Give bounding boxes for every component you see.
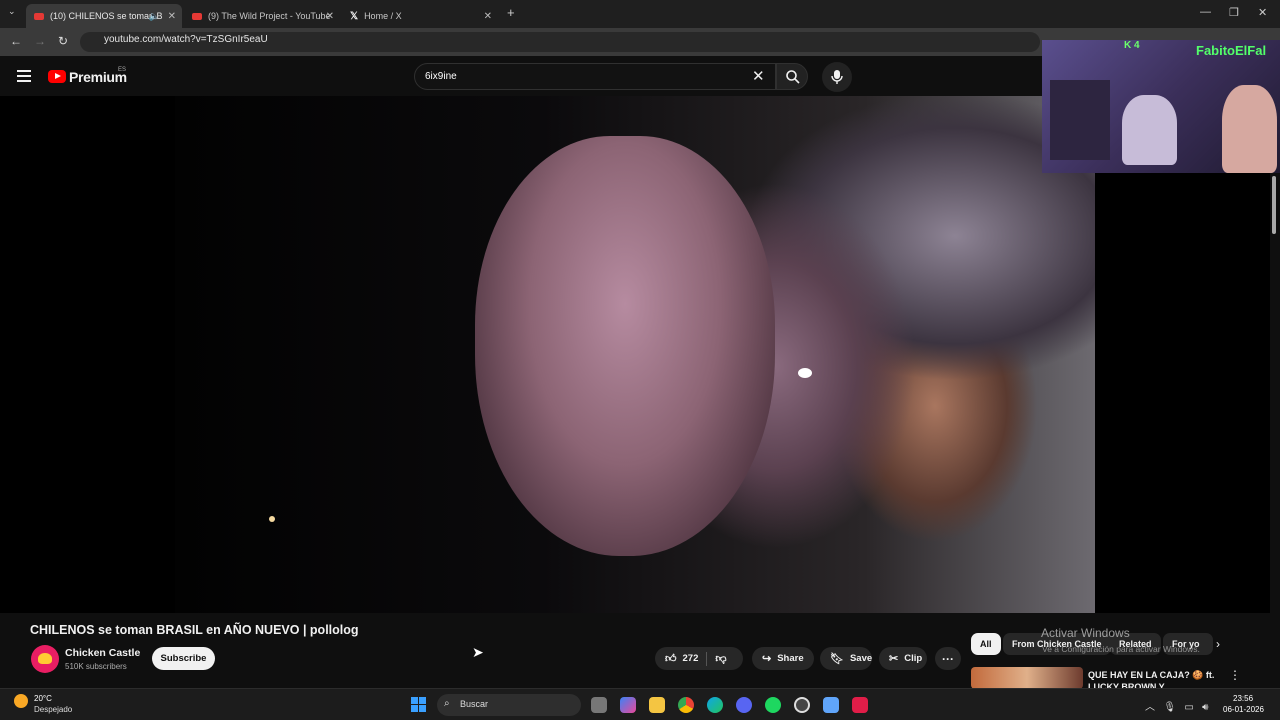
obs-icon[interactable] xyxy=(794,697,810,713)
tab-list-chevron-icon[interactable]: ⌄ xyxy=(8,6,16,17)
weather-icon[interactable] xyxy=(14,694,28,708)
weather-condition[interactable]: Despejado xyxy=(34,705,72,714)
search-query[interactable]: 6ix9ine xyxy=(425,71,457,82)
search-input[interactable] xyxy=(414,63,776,90)
browser-tab-strip: ⌄ (10) CHILENOS se toman B 🔈 ✕ (9) The W… xyxy=(0,0,1280,28)
share-button[interactable]: ↪ Share xyxy=(752,647,814,670)
discord-icon[interactable] xyxy=(736,697,752,713)
stream-badge: K 4 xyxy=(1124,40,1140,51)
tab-label: (10) CHILENOS se toman B xyxy=(50,11,163,21)
search-button[interactable] xyxy=(776,63,808,90)
windows-activation-title: Activar Windows xyxy=(1041,626,1130,640)
edge-icon[interactable] xyxy=(707,697,723,713)
tab-home-x[interactable]: 𝕏 Home / X ✕ xyxy=(342,4,498,28)
webcam-person xyxy=(1222,85,1277,173)
share-label: Share xyxy=(777,653,804,664)
download-app-icon[interactable] xyxy=(852,697,868,713)
video-light-dot xyxy=(269,516,275,522)
maximize-icon[interactable]: ❐ xyxy=(1229,6,1239,19)
x-favicon-icon: 𝕏 xyxy=(350,10,359,22)
forward-icon[interactable]: → xyxy=(34,34,46,48)
voice-search-button[interactable] xyxy=(822,62,852,92)
youtube-favicon-icon xyxy=(34,12,44,20)
channel-name[interactable]: Chicken Castle xyxy=(65,647,140,659)
subscribe-button[interactable]: Subscribe xyxy=(152,647,215,670)
streamer-webcam-overlay xyxy=(1042,40,1280,173)
chevron-right-icon[interactable]: › xyxy=(1216,637,1220,651)
chip-all[interactable]: All xyxy=(971,633,1001,655)
windows-activation-hint: Ve a Configuración para activar Windows. xyxy=(1042,644,1200,654)
temperature[interactable]: 20°C xyxy=(34,694,52,703)
more-vert-icon[interactable]: ⋮ xyxy=(1229,668,1241,682)
system-tray-icons[interactable]: ︿ 🎙︎ ▭ 🔊︎ xyxy=(1145,698,1208,713)
file-explorer-icon[interactable] xyxy=(649,697,665,713)
webcam-shelf xyxy=(1050,80,1110,160)
menu-icon[interactable] xyxy=(17,70,31,82)
scissors-icon: ✂ xyxy=(889,653,899,665)
mouse-cursor-icon: ➤ xyxy=(472,644,484,660)
back-icon[interactable]: ← xyxy=(10,34,22,48)
clock-time[interactable]: 23:56 xyxy=(1233,694,1253,703)
youtube-favicon-icon xyxy=(192,12,202,20)
search-icon: ⌕ xyxy=(444,698,450,709)
streamer-name: FabitoElFal xyxy=(1196,43,1267,58)
like-icon[interactable]: 👍︎ xyxy=(665,652,677,665)
video-frame[interactable] xyxy=(175,96,1095,613)
spotify-icon[interactable] xyxy=(765,697,781,713)
share-icon: ↪ xyxy=(762,653,772,665)
copilot-icon[interactable] xyxy=(620,697,636,713)
url-text[interactable]: youtube.com/watch?v=TzSGnIr5eaU xyxy=(104,34,268,45)
more-actions-button[interactable]: ··· xyxy=(935,647,961,670)
clip-label: Clip xyxy=(904,653,923,664)
save-label: Save xyxy=(849,653,873,664)
tab-label: Home / X xyxy=(364,11,402,21)
video-subject xyxy=(475,136,775,556)
taskbar-search[interactable]: ⌕ xyxy=(437,694,581,716)
windows-start-icon[interactable] xyxy=(411,697,427,713)
taskbar-search-label[interactable]: Buscar xyxy=(460,699,488,709)
subscriber-count: 510K subscribers xyxy=(65,662,127,671)
tab-label: (9) The Wild Project - YouTube xyxy=(208,11,331,21)
like-count[interactable]: 272 xyxy=(683,653,699,664)
dislike-icon[interactable]: 👎︎ xyxy=(715,652,726,665)
video-light-dot xyxy=(798,368,812,378)
speaker-icon[interactable]: 🔈 xyxy=(149,11,160,22)
new-tab-icon[interactable]: + xyxy=(507,5,515,20)
video-title: CHILENOS se toman BRASIL en AÑO NUEVO | … xyxy=(30,623,359,637)
notepad-icon[interactable] xyxy=(823,697,839,713)
save-button[interactable]: 🔖︎ Save xyxy=(820,647,872,670)
webcam-person xyxy=(1122,95,1177,165)
microphone-icon xyxy=(831,70,843,84)
clip-button[interactable]: ✂ Clip xyxy=(879,647,927,670)
task-view-icon[interactable] xyxy=(591,697,607,713)
close-tab-icon[interactable]: ✕ xyxy=(326,11,334,22)
windows-taskbar xyxy=(0,688,1280,720)
close-tab-icon[interactable]: ✕ xyxy=(168,11,176,22)
close-window-icon[interactable]: ✕ xyxy=(1258,6,1267,19)
clock-date[interactable]: 06-01-2026 xyxy=(1223,705,1264,714)
recommendation-title[interactable]: QUE HAY EN LA CAJA? 🍪 ft. LUCKY BROWN Y xyxy=(1088,669,1218,689)
search-icon xyxy=(786,70,800,84)
minimize-icon[interactable]: — xyxy=(1200,6,1211,18)
divider xyxy=(706,651,708,666)
chrome-icon[interactable] xyxy=(678,697,694,713)
tab-chilenos[interactable]: (10) CHILENOS se toman B 🔈 ✕ xyxy=(26,4,182,28)
youtube-logo-icon[interactable] xyxy=(48,70,66,83)
clear-search-icon[interactable]: ✕ xyxy=(752,67,765,85)
reload-icon[interactable]: ↻ xyxy=(58,34,68,48)
close-tab-icon[interactable]: ✕ xyxy=(484,11,492,22)
bookmark-icon: 🔖︎ xyxy=(830,653,844,665)
recommendation-thumbnail[interactable] xyxy=(971,667,1083,689)
page-scrollbar[interactable] xyxy=(1272,176,1276,234)
like-dislike-group: 👍︎ 272 👎︎ xyxy=(655,647,743,670)
channel-avatar[interactable] xyxy=(31,645,59,673)
tab-wild-project[interactable]: (9) The Wild Project - YouTube ✕ xyxy=(184,4,340,28)
region-code: ES xyxy=(118,67,127,73)
